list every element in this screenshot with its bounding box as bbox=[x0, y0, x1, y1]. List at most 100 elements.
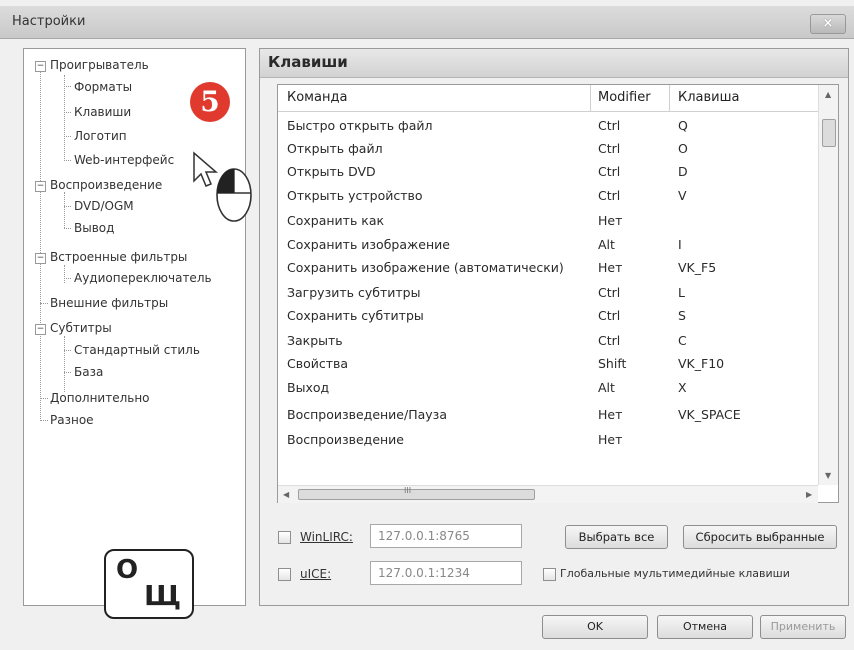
cell-key: L bbox=[678, 285, 685, 300]
expander-builtin-filters[interactable]: − bbox=[35, 253, 46, 264]
cell-modifier: Нет bbox=[598, 213, 623, 228]
cell-key: S bbox=[678, 308, 686, 323]
cell-key: O bbox=[678, 141, 688, 156]
scroll-right-arrow-icon[interactable]: ▶ bbox=[806, 490, 812, 499]
horizontal-scroll-thumb[interactable]: III bbox=[298, 486, 535, 500]
winlirc-checkbox[interactable] bbox=[278, 531, 291, 544]
column-header-key[interactable]: Клавиша bbox=[678, 90, 739, 105]
table-row[interactable]: Воспроизведение Нет bbox=[278, 428, 818, 452]
cell-command: Открыть устройство bbox=[287, 188, 423, 203]
cell-modifier: Ctrl bbox=[598, 188, 621, 203]
cell-key: VK_F10 bbox=[678, 356, 725, 371]
cell-command: Сохранить изображение (автоматически) bbox=[287, 260, 564, 275]
cell-modifier: Ctrl bbox=[598, 333, 621, 348]
tree-item-formats[interactable]: Форматы bbox=[74, 78, 132, 96]
tree-item-external-filters[interactable]: Внешние фильтры bbox=[50, 294, 168, 312]
tree-item-database[interactable]: База bbox=[74, 363, 103, 381]
tree-item-builtin-filters[interactable]: Встроенные фильтры bbox=[50, 248, 187, 266]
tree-item-misc[interactable]: Разное bbox=[50, 411, 94, 429]
keys-settings-panel: Клавиши Команда Modifier Клавиша Быстро … bbox=[259, 48, 849, 606]
cell-command: Воспроизведение/Пауза bbox=[287, 407, 447, 422]
key-latin-label: О bbox=[116, 555, 139, 585]
horizontal-scrollbar[interactable]: ◀ III ▶ bbox=[278, 485, 818, 503]
cell-modifier: Нет bbox=[598, 260, 623, 275]
table-row[interactable]: Воспроизведение/Пауза Нет VK_SPACE bbox=[278, 403, 818, 427]
vertical-scrollbar[interactable]: ▲ ▼ bbox=[818, 85, 838, 485]
cell-command: Открыть DVD bbox=[287, 164, 376, 179]
window-title: Настройки bbox=[12, 14, 86, 29]
cell-modifier: Alt bbox=[598, 237, 615, 252]
uice-label[interactable]: uICE: bbox=[300, 567, 331, 581]
tree-item-subtitles[interactable]: Субтитры bbox=[50, 319, 112, 337]
tree-item-web-interface[interactable]: Web-интерфейс bbox=[74, 151, 174, 169]
table-row[interactable]: Сохранить субтитры Ctrl S bbox=[278, 304, 818, 328]
section-header: Клавиши bbox=[260, 49, 848, 78]
cell-modifier: Нет bbox=[598, 407, 623, 422]
cell-modifier: Нет bbox=[598, 432, 623, 447]
cell-key: I bbox=[678, 237, 682, 252]
column-header-command[interactable]: Команда bbox=[287, 90, 347, 105]
close-button[interactable]: × bbox=[810, 14, 846, 34]
cell-key: X bbox=[678, 380, 687, 395]
cell-key: Q bbox=[678, 118, 688, 133]
cell-modifier: Shift bbox=[598, 356, 627, 371]
column-header-modifier[interactable]: Modifier bbox=[598, 90, 651, 105]
global-media-keys-label[interactable]: Глобальные мультимедийные клавиши bbox=[560, 567, 790, 580]
expander-player[interactable]: − bbox=[35, 61, 46, 72]
winlirc-address-field[interactable]: 127.0.0.1:8765 bbox=[370, 524, 522, 548]
uice-checkbox[interactable] bbox=[278, 568, 291, 581]
table-row[interactable]: Открыть устройство Ctrl V bbox=[278, 184, 818, 208]
scroll-left-arrow-icon[interactable]: ◀ bbox=[283, 490, 289, 499]
tree-item-logo[interactable]: Логотип bbox=[74, 127, 127, 145]
reset-selected-button[interactable]: Сбросить выбранные bbox=[683, 525, 837, 549]
cell-modifier: Ctrl bbox=[598, 285, 621, 300]
cell-command: Быстро открыть файл bbox=[287, 118, 433, 133]
cell-command: Сохранить как bbox=[287, 213, 385, 228]
expander-playback[interactable]: − bbox=[35, 181, 46, 192]
cell-key: VK_SPACE bbox=[678, 407, 741, 422]
table-row[interactable]: Выход Alt X bbox=[278, 376, 818, 400]
select-all-button[interactable]: Выбрать все bbox=[565, 525, 668, 549]
apply-button[interactable]: Применить bbox=[760, 615, 846, 639]
settings-tree-panel: − Проигрыватель Форматы Клавиши Логотип … bbox=[23, 48, 252, 619]
tree-item-player[interactable]: Проигрыватель bbox=[50, 56, 149, 74]
key-cyrillic-label: Щ bbox=[144, 579, 182, 612]
cell-key: VK_F5 bbox=[678, 260, 717, 275]
tree-item-advanced[interactable]: Дополнительно bbox=[50, 389, 150, 407]
table-row[interactable]: Свойства Shift VK_F10 bbox=[278, 352, 818, 376]
table-row[interactable]: Загрузить субтитры Ctrl L bbox=[278, 281, 818, 305]
tree-item-default-style[interactable]: Стандартный стиль bbox=[74, 341, 200, 359]
table-row[interactable]: Открыть файл Ctrl O bbox=[278, 137, 818, 161]
mouse-left-click-icon bbox=[216, 168, 252, 222]
cell-modifier: Ctrl bbox=[598, 141, 621, 156]
scroll-down-arrow-icon[interactable]: ▼ bbox=[825, 471, 831, 480]
tree-item-playback[interactable]: Воспроизведение bbox=[50, 176, 162, 194]
cancel-button[interactable]: Отмена bbox=[657, 615, 753, 639]
expander-subtitles[interactable]: − bbox=[35, 324, 46, 335]
cell-command: Загрузить субтитры bbox=[287, 285, 421, 300]
scroll-up-arrow-icon[interactable]: ▲ bbox=[825, 90, 831, 99]
table-row[interactable]: Открыть DVD Ctrl D bbox=[278, 160, 818, 184]
cell-command: Закрыть bbox=[287, 333, 343, 348]
tree-item-audio-switcher[interactable]: Аудиопереключатель bbox=[74, 269, 212, 287]
cell-modifier: Alt bbox=[598, 380, 615, 395]
table-row[interactable]: Закрыть Ctrl C bbox=[278, 329, 818, 353]
cell-key: V bbox=[678, 188, 687, 203]
tree-item-output[interactable]: Вывод bbox=[74, 219, 114, 237]
ok-button[interactable]: OK bbox=[542, 615, 648, 639]
cell-command: Сохранить субтитры bbox=[287, 308, 424, 323]
tree-item-dvd-ogm[interactable]: DVD/OGM bbox=[74, 197, 134, 215]
cell-key: C bbox=[678, 333, 687, 348]
cell-modifier: Ctrl bbox=[598, 308, 621, 323]
global-media-keys-checkbox[interactable] bbox=[543, 568, 556, 581]
hotkeys-table: Команда Modifier Клавиша Быстро открыть … bbox=[277, 84, 839, 503]
table-row[interactable]: Быстро открыть файл Ctrl Q bbox=[278, 114, 818, 138]
vertical-scroll-thumb[interactable] bbox=[822, 119, 836, 147]
tree-item-keys[interactable]: Клавиши bbox=[74, 103, 131, 121]
table-row[interactable]: Сохранить изображение Alt I bbox=[278, 233, 818, 257]
uice-address-field[interactable]: 127.0.0.1:1234 bbox=[370, 561, 522, 585]
table-row[interactable]: Сохранить изображение (автоматически) Нет… bbox=[278, 256, 818, 280]
winlirc-label[interactable]: WinLIRC: bbox=[300, 530, 353, 544]
table-header: Команда Modifier Клавиша bbox=[278, 85, 818, 112]
table-row[interactable]: Сохранить как Нет bbox=[278, 209, 818, 233]
